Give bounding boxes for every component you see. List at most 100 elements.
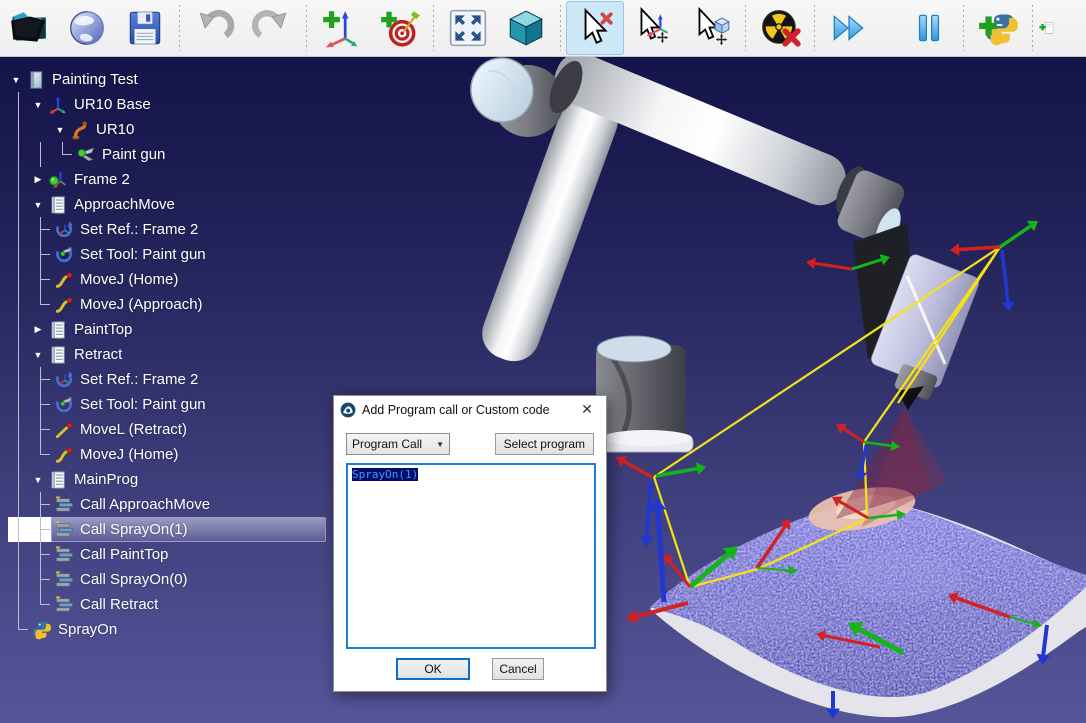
- move-reference-button[interactable]: [624, 1, 682, 55]
- tree-item-call-approachmove[interactable]: Call ApproachMove: [0, 492, 325, 517]
- ok-button[interactable]: OK: [396, 658, 470, 680]
- tree-item-set-ref-frame-2[interactable]: Set Ref.: Frame 2: [0, 367, 325, 392]
- tree-item-content: SprayOn: [30, 618, 325, 641]
- tree-guide: [8, 242, 30, 267]
- pause-simulation-button[interactable]: [900, 1, 958, 55]
- tree-indent: [8, 392, 52, 417]
- isometric-view-icon: [505, 7, 547, 49]
- tree-guide: [8, 167, 30, 192]
- collapse-arrow-icon[interactable]: ▼: [30, 92, 46, 117]
- tree-item-ur10[interactable]: ▼UR10: [0, 117, 325, 142]
- move-reference-icon: [632, 7, 674, 49]
- tree-indent: [8, 267, 52, 292]
- station-tree: ▼ Painting Test ▼UR10 Base▼UR10Paint gun ▶ F…: [0, 67, 332, 642]
- tree-guide: [8, 617, 30, 642]
- collapse-arrow-icon[interactable]: ▼: [30, 342, 46, 367]
- add-reference-frame-button[interactable]: [312, 1, 370, 55]
- tree-item-label: Set Tool: Paint gun: [80, 396, 206, 413]
- tree-guide: [30, 267, 52, 292]
- collapse-arrow-icon[interactable]: ▼: [8, 67, 24, 92]
- dialog-titlebar[interactable]: Add Program call or Custom code ✕: [334, 396, 606, 423]
- tree-item-call-sprayon-1[interactable]: Call SprayOn(1): [0, 517, 325, 542]
- tree-indent: ▼: [8, 192, 46, 217]
- collapse-arrow-icon[interactable]: ▼: [30, 192, 46, 217]
- movej-icon: [54, 270, 74, 290]
- tree-item-call-painttop[interactable]: Call PaintTop: [0, 542, 325, 567]
- tree-guide: [8, 92, 30, 117]
- close-icon[interactable]: ✕: [574, 399, 600, 421]
- tree-guide: [8, 442, 30, 467]
- tree-indent: ▼: [8, 67, 24, 92]
- pause-simulation-icon: [908, 7, 950, 49]
- tree-item-sprayon[interactable]: SprayOn: [0, 617, 325, 642]
- move-object-button[interactable]: [682, 1, 740, 55]
- tree-guide: [30, 517, 52, 542]
- tree-item-content: Paint gun: [74, 143, 325, 166]
- undo-button[interactable]: [185, 1, 243, 55]
- open-project-button[interactable]: [0, 1, 58, 55]
- tree-item-movej-home[interactable]: MoveJ (Home): [0, 267, 325, 292]
- fit-all-button[interactable]: [439, 1, 497, 55]
- settool-icon: [54, 395, 74, 415]
- tree-item-approachmove[interactable]: ▼ApproachMove: [0, 192, 325, 217]
- toolbar-separator: [740, 5, 751, 51]
- select-program-button[interactable]: Select program: [495, 433, 594, 455]
- tree-item-movej-approach[interactable]: MoveJ (Approach): [0, 292, 325, 317]
- program-icon: [48, 470, 68, 490]
- toolbar-separator: [555, 5, 566, 51]
- call-icon: [54, 595, 74, 615]
- expand-arrow-icon[interactable]: ▶: [30, 167, 46, 192]
- isometric-view-button[interactable]: [497, 1, 555, 55]
- tree-item-label: Painting Test: [52, 71, 138, 88]
- tree-indent: [8, 292, 52, 317]
- tree-item-label: SprayOn: [58, 621, 117, 638]
- tree-item-painting-test[interactable]: ▼ Painting Test: [0, 67, 325, 92]
- tree-item-set-tool-paint-gun[interactable]: Set Tool: Paint gun: [0, 392, 325, 417]
- tree-item-label: Set Ref.: Frame 2: [80, 371, 198, 388]
- redo-button[interactable]: [243, 1, 301, 55]
- collapse-arrow-icon[interactable]: ▼: [52, 117, 68, 142]
- tree-item-painttop[interactable]: ▶PaintTop: [0, 317, 325, 342]
- add-python-program-icon: [977, 7, 1019, 49]
- select-item-icon: [574, 7, 616, 49]
- tree-guide: [8, 117, 30, 142]
- tree-item-set-ref-frame-2[interactable]: Set Ref.: Frame 2: [0, 217, 325, 242]
- website-button[interactable]: [58, 1, 116, 55]
- add-program-button[interactable]: [1038, 1, 1056, 55]
- program-icon: [48, 320, 68, 340]
- tree-item-movej-home[interactable]: MoveJ (Home): [0, 442, 325, 467]
- add-target-button[interactable]: [370, 1, 428, 55]
- tree-item-mainprog[interactable]: ▼MainProg: [0, 467, 325, 492]
- tree-item-set-tool-paint-gun[interactable]: Set Tool: Paint gun: [0, 242, 325, 267]
- tree-item-call-sprayon-0[interactable]: Call SprayOn(0): [0, 567, 325, 592]
- viewport-3d[interactable]: ▼ Painting Test ▼UR10 Base▼UR10Paint gun ▶ F…: [0, 57, 1086, 723]
- tree-item-movel-retract[interactable]: MoveL (Retract): [0, 417, 325, 442]
- tree-item-label: MoveJ (Home): [80, 271, 178, 288]
- check-collisions-button[interactable]: [751, 1, 809, 55]
- tree-item-paint-gun[interactable]: Paint gun: [0, 142, 325, 167]
- call-icon: [54, 495, 74, 515]
- tree-item-label: Call ApproachMove: [80, 496, 210, 513]
- save-station-button[interactable]: [116, 1, 174, 55]
- program-call-textarea[interactable]: SprayOn(1): [346, 463, 596, 649]
- tree-item-retract[interactable]: ▼Retract: [0, 342, 325, 367]
- python-icon: [32, 620, 52, 640]
- instruction-type-select[interactable]: Program Call ▼: [346, 433, 450, 455]
- select-item-button[interactable]: [566, 1, 624, 55]
- fast-simulation-button[interactable]: [820, 1, 878, 55]
- tree-item-content: Call SprayOn(0): [52, 568, 325, 591]
- tree-item-content: Call Retract: [52, 593, 325, 616]
- cancel-button[interactable]: Cancel: [492, 658, 544, 680]
- tree-item-label: Frame 2: [74, 171, 130, 188]
- tree-item-frame-2[interactable]: ▶ Frame 2: [0, 167, 325, 192]
- dialog-title: Add Program call or Custom code: [362, 403, 574, 417]
- fit-all-icon: [447, 7, 489, 49]
- tree-item-ur10-base[interactable]: ▼UR10 Base: [0, 92, 325, 117]
- call-icon: [54, 545, 74, 565]
- add-python-program-button[interactable]: [969, 1, 1027, 55]
- tree-item-call-retract[interactable]: Call Retract: [0, 592, 325, 617]
- expand-arrow-icon[interactable]: ▶: [30, 317, 46, 342]
- toolbar-separator: [809, 5, 820, 51]
- collapse-arrow-icon[interactable]: ▼: [30, 467, 46, 492]
- selected-code-text: SprayOn(1): [352, 468, 418, 481]
